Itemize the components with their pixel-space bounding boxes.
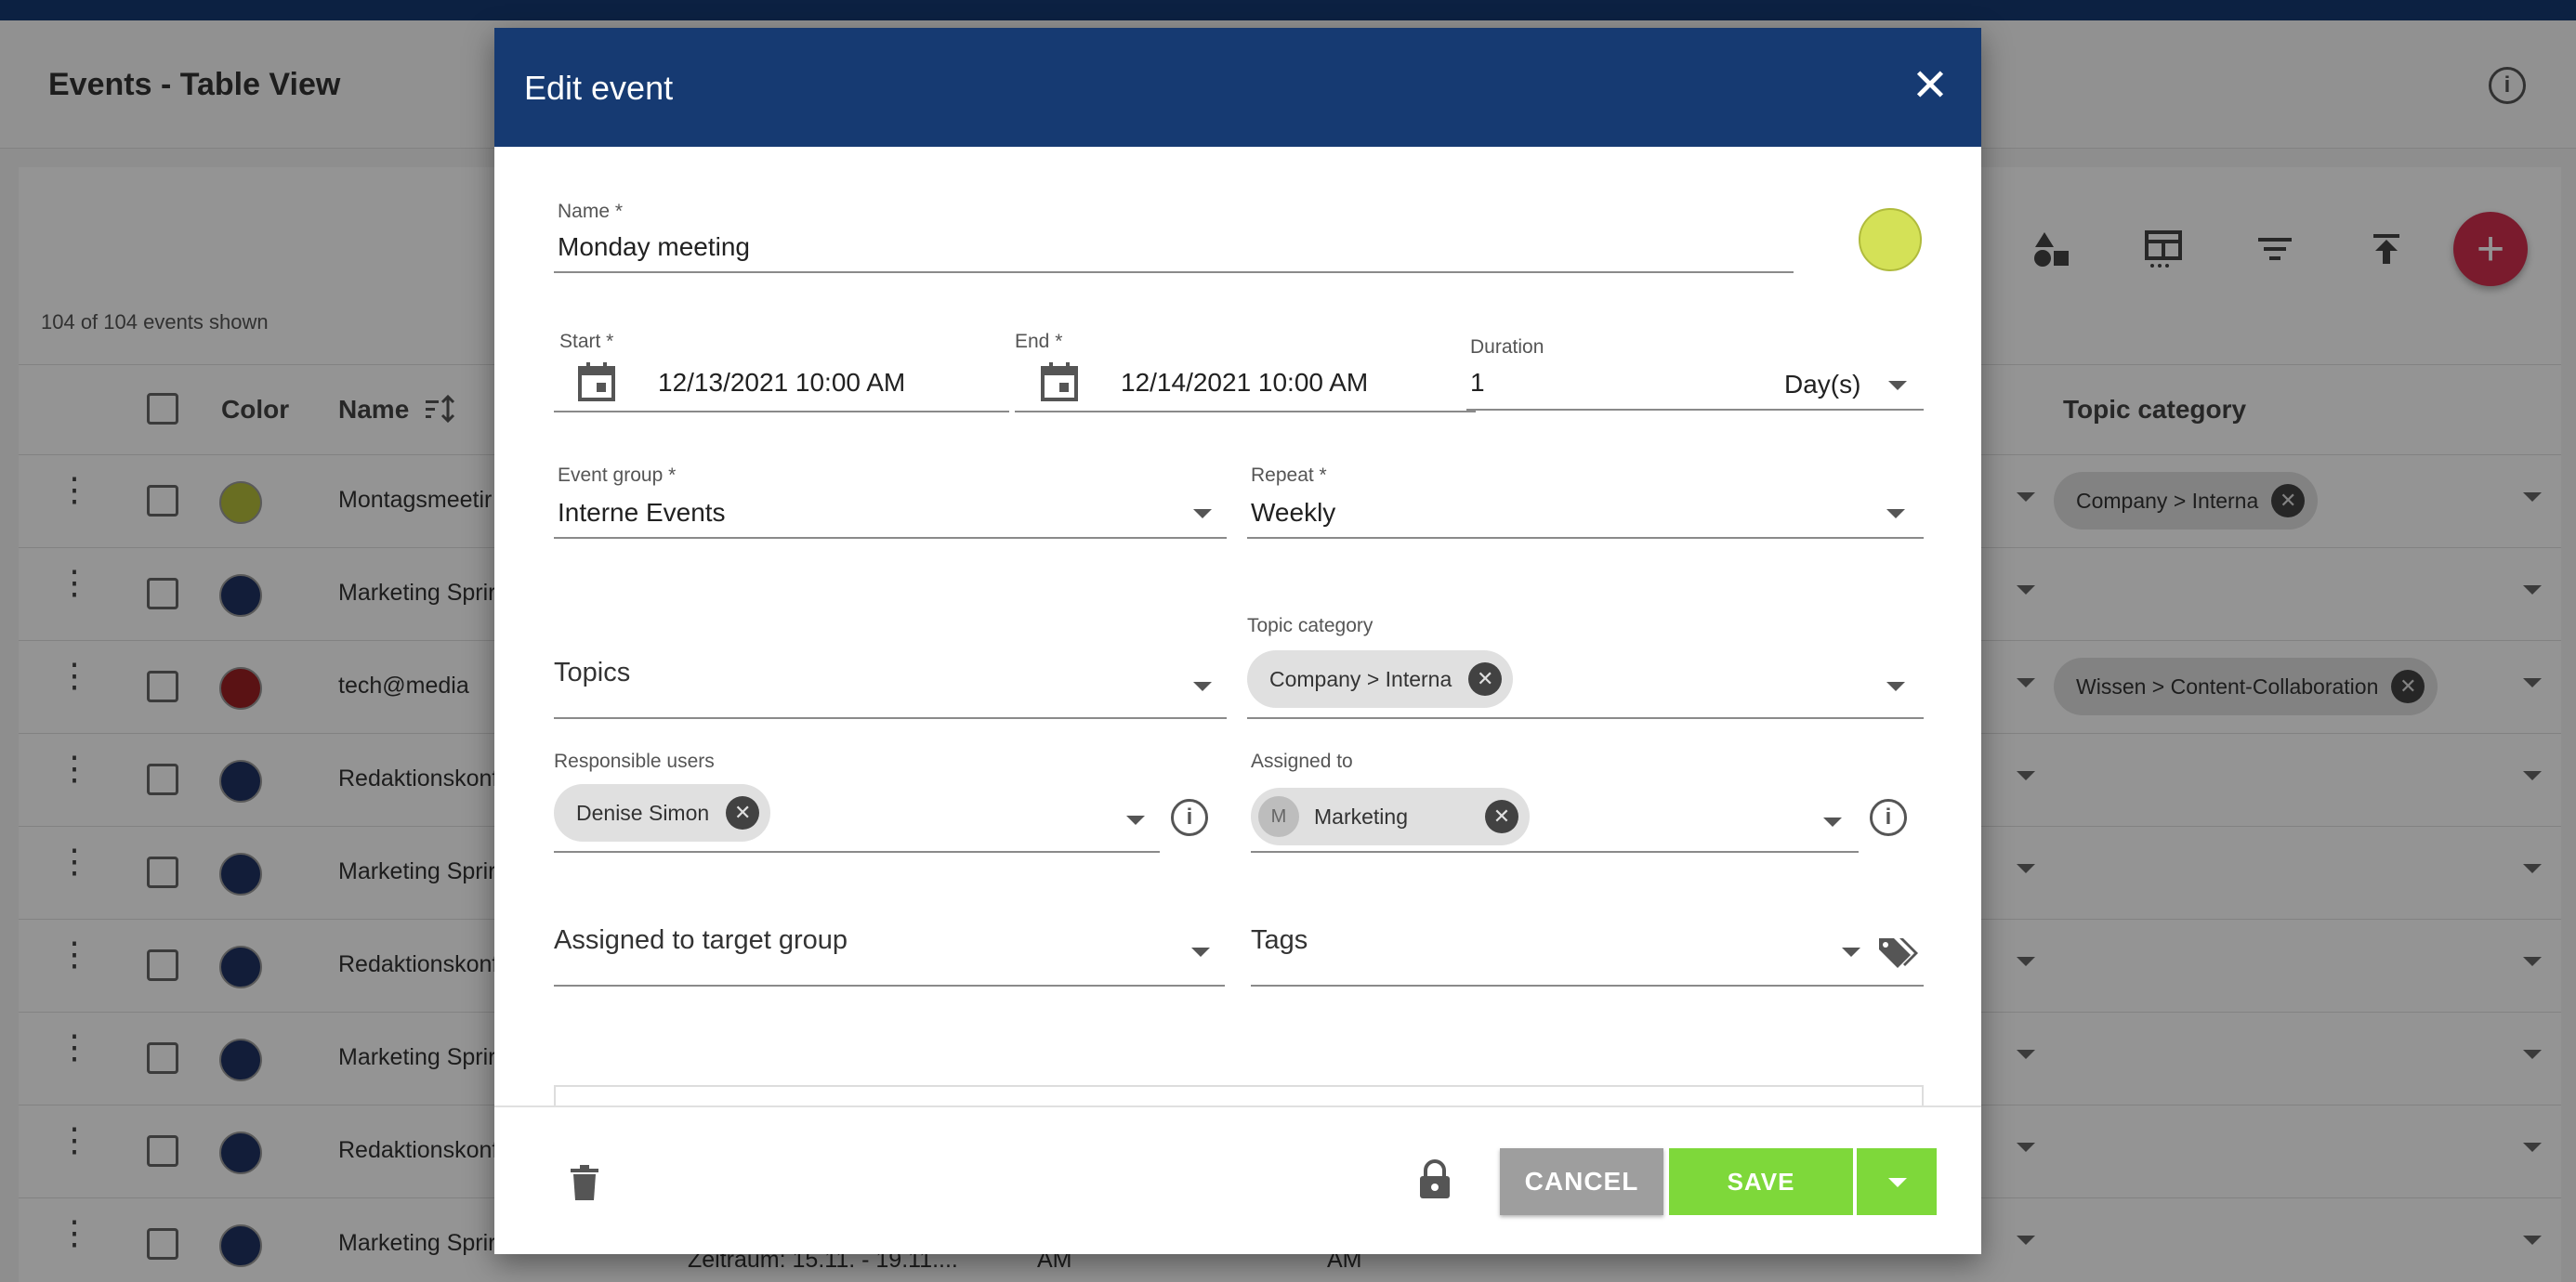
chevron-down-icon[interactable]	[1126, 816, 1145, 825]
calendar-icon[interactable]	[578, 360, 615, 406]
save-options-button[interactable]	[1855, 1148, 1937, 1215]
duration-label: Duration	[1470, 336, 1544, 358]
repeat-label: Repeat *	[1251, 464, 1327, 486]
target-group-underline	[554, 985, 1225, 987]
chevron-down-icon[interactable]	[1886, 682, 1905, 691]
chevron-down-icon[interactable]	[1886, 509, 1905, 518]
topic-category-chip-label: Company > Interna	[1269, 666, 1452, 691]
tags-select[interactable]: Tags	[1251, 925, 1308, 956]
tags-underline	[1251, 985, 1924, 987]
topics-underline	[554, 717, 1227, 719]
assigned-to-label: Assigned to	[1251, 751, 1353, 772]
repeat-underline	[1247, 537, 1924, 539]
responsible-user-chip: Denise Simon ✕	[554, 784, 771, 842]
info-icon[interactable]: i	[1870, 799, 1907, 836]
delete-icon[interactable]	[569, 1165, 600, 1207]
start-label: Start *	[559, 331, 614, 352]
dialog-header: Edit event ✕	[494, 28, 1981, 147]
chevron-down-icon[interactable]	[1193, 682, 1212, 691]
remove-chip-icon[interactable]: ✕	[726, 796, 760, 830]
repeat-select[interactable]: Weekly	[1251, 498, 1335, 528]
responsible-users-underline	[554, 851, 1160, 853]
chevron-down-icon	[1888, 1178, 1907, 1187]
chevron-down-icon[interactable]	[1193, 509, 1212, 518]
edit-event-dialog: Edit event ✕ Name * Monday meeting Start…	[494, 28, 1981, 1254]
duration-underline	[1466, 409, 1924, 411]
close-icon[interactable]: ✕	[1909, 64, 1952, 109]
name-label: Name *	[558, 201, 624, 222]
chevron-down-icon[interactable]	[1191, 948, 1210, 957]
chevron-down-icon[interactable]	[1842, 948, 1860, 957]
event-group-underline	[554, 537, 1227, 539]
responsible-user-chip-label: Denise Simon	[576, 800, 710, 825]
topic-category-chip: Company > Interna ✕	[1247, 650, 1514, 708]
name-input[interactable]: Monday meeting	[558, 232, 750, 262]
name-underline	[554, 271, 1794, 273]
event-group-select[interactable]: Interne Events	[558, 498, 726, 528]
duration-input[interactable]: 1	[1470, 368, 1485, 398]
start-underline	[554, 411, 1009, 412]
end-underline	[1015, 411, 1476, 412]
assigned-to-chip-label: Marketing	[1314, 804, 1408, 829]
target-group-select[interactable]: Assigned to target group	[554, 925, 848, 956]
duration-unit-select[interactable]: Day(s)	[1784, 370, 1860, 399]
start-input[interactable]: 12/13/2021 10:00 AM	[658, 368, 905, 398]
remove-chip-icon[interactable]: ✕	[1468, 662, 1503, 696]
remove-chip-icon[interactable]: ✕	[1485, 800, 1518, 833]
chevron-down-icon[interactable]	[1888, 381, 1907, 390]
topic-category-label: Topic category	[1247, 615, 1373, 636]
responsible-users-label: Responsible users	[554, 751, 715, 772]
dialog-title: Edit event	[524, 69, 674, 107]
end-label: End *	[1015, 331, 1063, 352]
topic-category-underline	[1247, 717, 1924, 719]
chevron-down-icon[interactable]	[1823, 818, 1842, 827]
assigned-to-chip: M Marketing ✕	[1251, 788, 1530, 845]
save-button[interactable]: SAVE	[1669, 1148, 1853, 1215]
lock-icon[interactable]	[1418, 1159, 1452, 1205]
tag-icon	[1877, 935, 1918, 976]
info-icon[interactable]: i	[1171, 799, 1208, 836]
end-input[interactable]: 12/14/2021 10:00 AM	[1121, 368, 1368, 398]
event-color-picker[interactable]	[1859, 208, 1922, 271]
assigned-to-underline	[1251, 851, 1859, 853]
event-group-label: Event group *	[558, 464, 677, 486]
cancel-button[interactable]: CANCEL	[1500, 1148, 1663, 1215]
calendar-icon[interactable]	[1041, 360, 1078, 406]
topics-select[interactable]: Topics	[554, 658, 630, 688]
avatar: M	[1258, 796, 1299, 837]
